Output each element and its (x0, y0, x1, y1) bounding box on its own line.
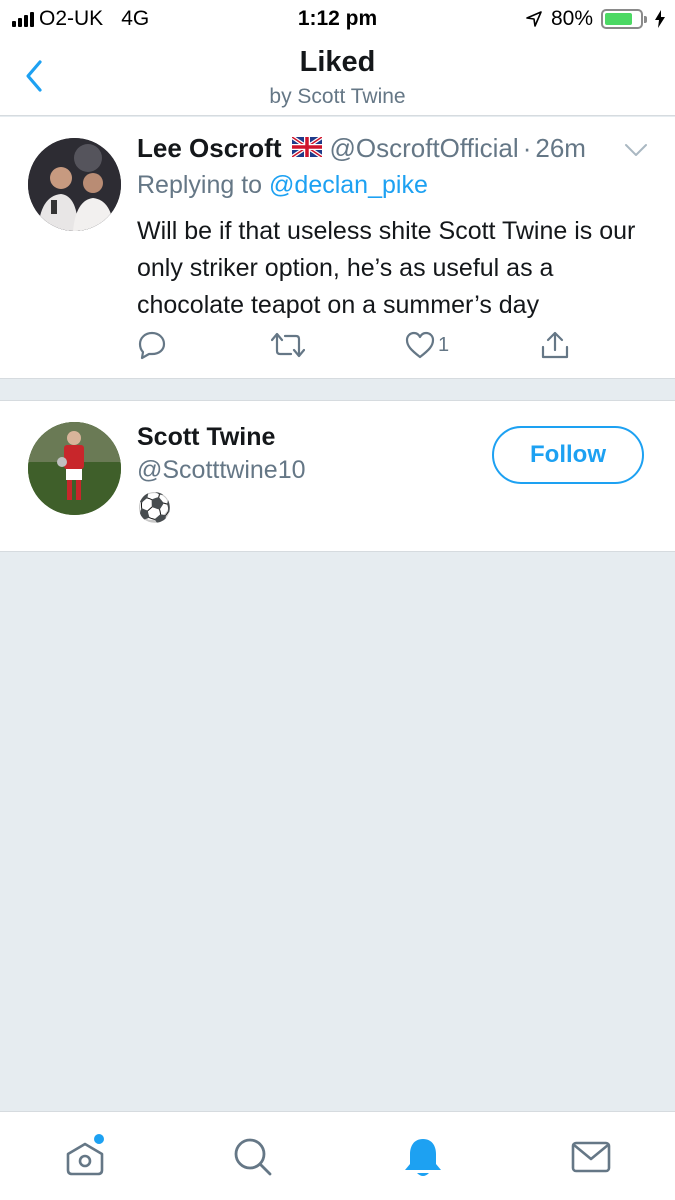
user-avatar-photo (28, 422, 121, 515)
tweet-text: Will be if that useless shite Scott Twin… (137, 217, 636, 319)
author-handle[interactable]: @OscroftOfficial (330, 133, 519, 164)
retweet-button[interactable] (271, 327, 305, 363)
chevron-down-icon (625, 144, 647, 156)
tab-notifications[interactable] (398, 1132, 448, 1182)
notifications-icon (405, 1139, 441, 1176)
replying-to-link[interactable]: @declan_pike (269, 171, 428, 199)
like-count: 1 (438, 333, 450, 356)
user-card[interactable]: Scott Twine @Scotttwine10 ⚽ Follow (0, 400, 675, 552)
tab-messages[interactable] (566, 1132, 616, 1182)
replying-to: Replying to @declan_pike (137, 171, 428, 200)
battery-level (605, 13, 633, 25)
separator-dot: · (522, 133, 532, 163)
user-avatar[interactable] (28, 422, 121, 515)
status-right: 80% (525, 7, 665, 31)
follow-button[interactable]: Follow (492, 426, 644, 484)
page-subtitle: by Scott Twine (269, 85, 406, 108)
tweet-header: Lee Oscroft @OscroftOfficial · 26m (137, 133, 586, 164)
tab-bar (0, 1111, 675, 1200)
reply-icon (138, 331, 166, 360)
nav-header: Liked by Scott Twine (0, 38, 675, 116)
share-button[interactable] (540, 327, 570, 363)
battery-icon (601, 9, 647, 29)
location-icon (526, 11, 542, 27)
status-bar: O2-UK 4G 1:12 pm 80% (0, 0, 675, 38)
battery-percent: 80% (550, 7, 593, 30)
uk-flag-icon (290, 133, 323, 164)
tab-home[interactable] (60, 1132, 110, 1182)
tweet[interactable]: Lee Oscroft @OscroftOfficial · 26m Reply… (0, 117, 675, 379)
user-handle[interactable]: @Scotttwine10 (137, 456, 306, 485)
tweet-actions: 1 (137, 327, 597, 363)
tweet-menu-button[interactable] (624, 143, 648, 162)
liked-by-screen: O2-UK 4G 1:12 pm 80% Liked by Scott Twin… (0, 0, 675, 1200)
messages-icon (571, 1141, 611, 1173)
like-button[interactable]: 1 (405, 327, 449, 363)
replying-to-label: Replying to (137, 171, 263, 199)
reply-button[interactable] (137, 327, 167, 363)
user-name[interactable]: Scott Twine (137, 423, 275, 452)
tab-search[interactable] (228, 1132, 278, 1182)
user-bio: ⚽ (137, 492, 172, 523)
heart-icon (405, 331, 435, 359)
author-name[interactable]: Lee Oscroft (137, 133, 282, 164)
avatar[interactable] (28, 138, 121, 231)
home-icon (66, 1134, 104, 1176)
search-icon (234, 1138, 272, 1176)
page-title: Liked (299, 46, 376, 78)
tweet-timestamp: 26m (535, 133, 586, 163)
avatar-photo (28, 138, 121, 231)
share-icon (541, 331, 569, 359)
charging-icon (655, 10, 665, 28)
retweet-icon (271, 332, 305, 358)
